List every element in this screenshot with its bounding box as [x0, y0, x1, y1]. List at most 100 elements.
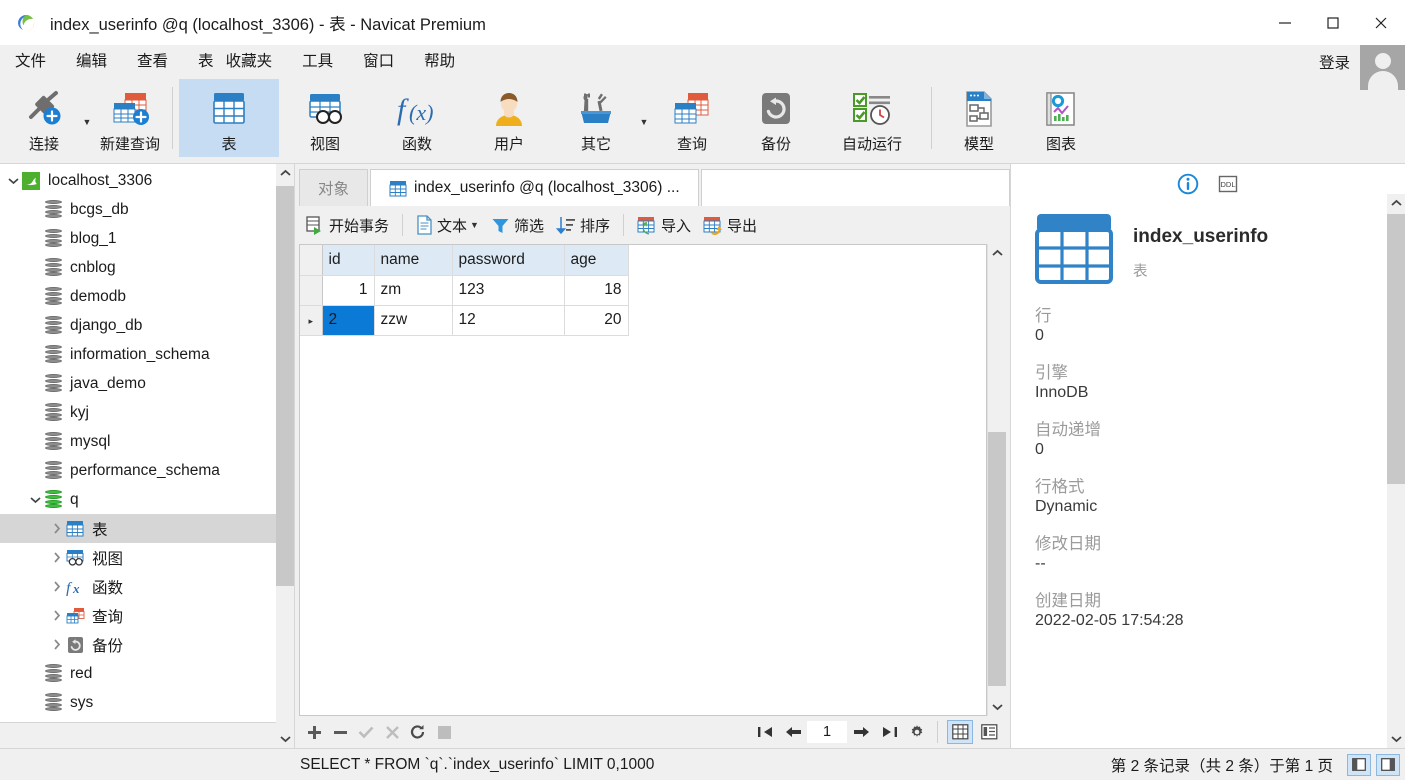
menu-item-help[interactable]: 帮助: [409, 45, 470, 79]
sidebar-scrollbar[interactable]: [276, 164, 294, 748]
row-marker-cell[interactable]: [300, 275, 323, 306]
delete-record-button[interactable]: [327, 719, 353, 745]
data-grid[interactable]: id name password age 1 zm 123 18 ▸ 2 zzw 12 20: [299, 244, 987, 716]
refresh-button[interactable]: [405, 719, 431, 745]
import-button[interactable]: 导入: [631, 210, 697, 240]
data-table[interactable]: id name password age 1 zm 123 18 ▸ 2 zzw 12 20: [300, 245, 629, 336]
tree-item-bcgs_db[interactable]: bcgs_db: [0, 195, 294, 224]
right-panel-toggle[interactable]: [1376, 753, 1400, 776]
cell-password[interactable]: 12: [452, 305, 565, 336]
cell-age[interactable]: 18: [564, 275, 629, 306]
tree-item-cnblog[interactable]: cnblog: [0, 253, 294, 282]
chevron-right-icon[interactable]: [50, 639, 64, 650]
info-scroll-track[interactable]: [1387, 212, 1405, 730]
tree-item-django_db[interactable]: django_db: [0, 311, 294, 340]
first-page-button[interactable]: [751, 719, 779, 745]
row-marker-cell[interactable]: ▸: [300, 305, 323, 336]
scroll-up-arrow-icon[interactable]: [1387, 194, 1405, 212]
chevron-right-icon[interactable]: [50, 552, 64, 563]
apply-change-button[interactable]: [353, 719, 379, 745]
column-header-id[interactable]: id: [322, 245, 375, 276]
cell-id[interactable]: 1: [322, 275, 375, 306]
sort-button[interactable]: 排序: [550, 210, 616, 240]
tree-item-localhost_3306[interactable]: localhost_3306: [0, 166, 294, 195]
tree-item-q[interactable]: q: [0, 485, 294, 514]
column-header-name[interactable]: name: [374, 245, 453, 276]
menu-item-window[interactable]: 窗口: [348, 45, 409, 79]
menu-item-favorites[interactable]: 收藏夹: [220, 45, 288, 79]
tab-index-userinfo[interactable]: index_userinfo @q (localhost_3306) ...: [370, 169, 699, 206]
scroll-up-arrow-icon[interactable]: [276, 164, 294, 182]
avatar[interactable]: [1360, 45, 1405, 90]
chevron-right-icon[interactable]: [50, 610, 64, 621]
tab-objects[interactable]: 对象: [299, 169, 369, 206]
toolbar-button-query[interactable]: 查询: [651, 79, 733, 157]
minimize-button[interactable]: [1261, 0, 1309, 45]
column-header-age[interactable]: age: [564, 245, 629, 276]
menu-item-view[interactable]: 查看: [122, 45, 183, 79]
text-dropdown-caret-icon[interactable]: ▼: [470, 220, 479, 230]
ddl-tab-button[interactable]: DDL: [1215, 171, 1241, 197]
tree-item-视图[interactable]: 视图: [0, 543, 294, 572]
left-panel-toggle[interactable]: [1347, 753, 1371, 776]
tree-item-备份[interactable]: 备份: [0, 630, 294, 659]
menu-item-file[interactable]: 文件: [0, 45, 61, 79]
connection-tree[interactable]: localhost_3306 bcgs_db blog_1 cnblog demodb d…: [0, 164, 294, 722]
grid-corner-cell[interactable]: [300, 245, 323, 276]
other-dropdown-caret-icon[interactable]: ▼: [637, 79, 651, 157]
close-button[interactable]: [1357, 0, 1405, 45]
tree-item-performance_schema[interactable]: performance_schema: [0, 456, 294, 485]
cell-age[interactable]: 20: [564, 305, 629, 336]
next-page-button[interactable]: [847, 719, 875, 745]
menu-item-table[interactable]: 表: [183, 45, 220, 79]
tree-item-kyj[interactable]: kyj: [0, 398, 294, 427]
login-link[interactable]: 登录: [1319, 51, 1360, 73]
page-number-input[interactable]: [807, 721, 847, 743]
cell-name[interactable]: zm: [374, 275, 453, 306]
cell-id[interactable]: 2: [322, 305, 375, 336]
tree-item-mysql[interactable]: mysql: [0, 427, 294, 456]
maximize-button[interactable]: [1309, 0, 1357, 45]
prev-page-button[interactable]: [779, 719, 807, 745]
tree-item-表[interactable]: 表: [0, 514, 294, 543]
menu-item-tools[interactable]: 工具: [287, 45, 348, 79]
cell-password[interactable]: 123: [452, 275, 565, 306]
chevron-down-icon[interactable]: [28, 496, 42, 504]
toolbar-button-user[interactable]: 用户: [463, 79, 555, 157]
sidebar-scroll-track[interactable]: [276, 182, 294, 730]
cell-name[interactable]: zzw: [374, 305, 453, 336]
scroll-down-arrow-icon[interactable]: [1387, 730, 1405, 748]
info-scroll-thumb[interactable]: [1387, 214, 1405, 484]
tree-item-information_schema[interactable]: information_schema: [0, 340, 294, 369]
toolbar-button-automation[interactable]: 自动运行: [819, 79, 925, 157]
begin-transaction-button[interactable]: 开始事务: [299, 210, 395, 240]
scroll-up-arrow-icon[interactable]: [988, 244, 1006, 262]
toolbar-button-view[interactable]: 视图: [279, 79, 371, 157]
tree-item-java_demo[interactable]: java_demo: [0, 369, 294, 398]
discard-change-button[interactable]: [379, 719, 405, 745]
table-row[interactable]: ▸ 2 zzw 12 20: [300, 305, 629, 336]
toolbar-button-table[interactable]: 表: [179, 79, 279, 157]
grid-view-toggle[interactable]: [947, 720, 973, 744]
column-header-password[interactable]: password: [452, 245, 565, 276]
filter-button[interactable]: 筛选: [485, 210, 550, 240]
tree-item-查询[interactable]: 查询: [0, 601, 294, 630]
table-row[interactable]: 1 zm 123 18: [300, 275, 629, 306]
toolbar-button-chart[interactable]: 图表: [1020, 79, 1102, 157]
toolbar-button-connection[interactable]: 连接: [8, 79, 80, 157]
grid-scroll-thumb[interactable]: [988, 432, 1006, 686]
stop-button[interactable]: [431, 719, 457, 745]
chevron-right-icon[interactable]: [50, 523, 64, 534]
menu-item-edit[interactable]: 编辑: [61, 45, 122, 79]
tree-item-demodb[interactable]: demodb: [0, 282, 294, 311]
toolbar-button-backup[interactable]: 备份: [733, 79, 819, 157]
form-view-toggle[interactable]: [976, 720, 1002, 744]
tree-item-函数[interactable]: f x 函数: [0, 572, 294, 601]
sidebar-scroll-thumb[interactable]: [276, 186, 294, 586]
scroll-down-arrow-icon[interactable]: [988, 698, 1006, 716]
info-panel-scrollbar[interactable]: [1387, 194, 1405, 748]
text-button[interactable]: 文本 ▼: [410, 210, 485, 240]
connection-dropdown-caret-icon[interactable]: ▼: [80, 79, 94, 157]
tree-item-red[interactable]: red: [0, 659, 294, 688]
grid-settings-button[interactable]: [903, 719, 931, 745]
